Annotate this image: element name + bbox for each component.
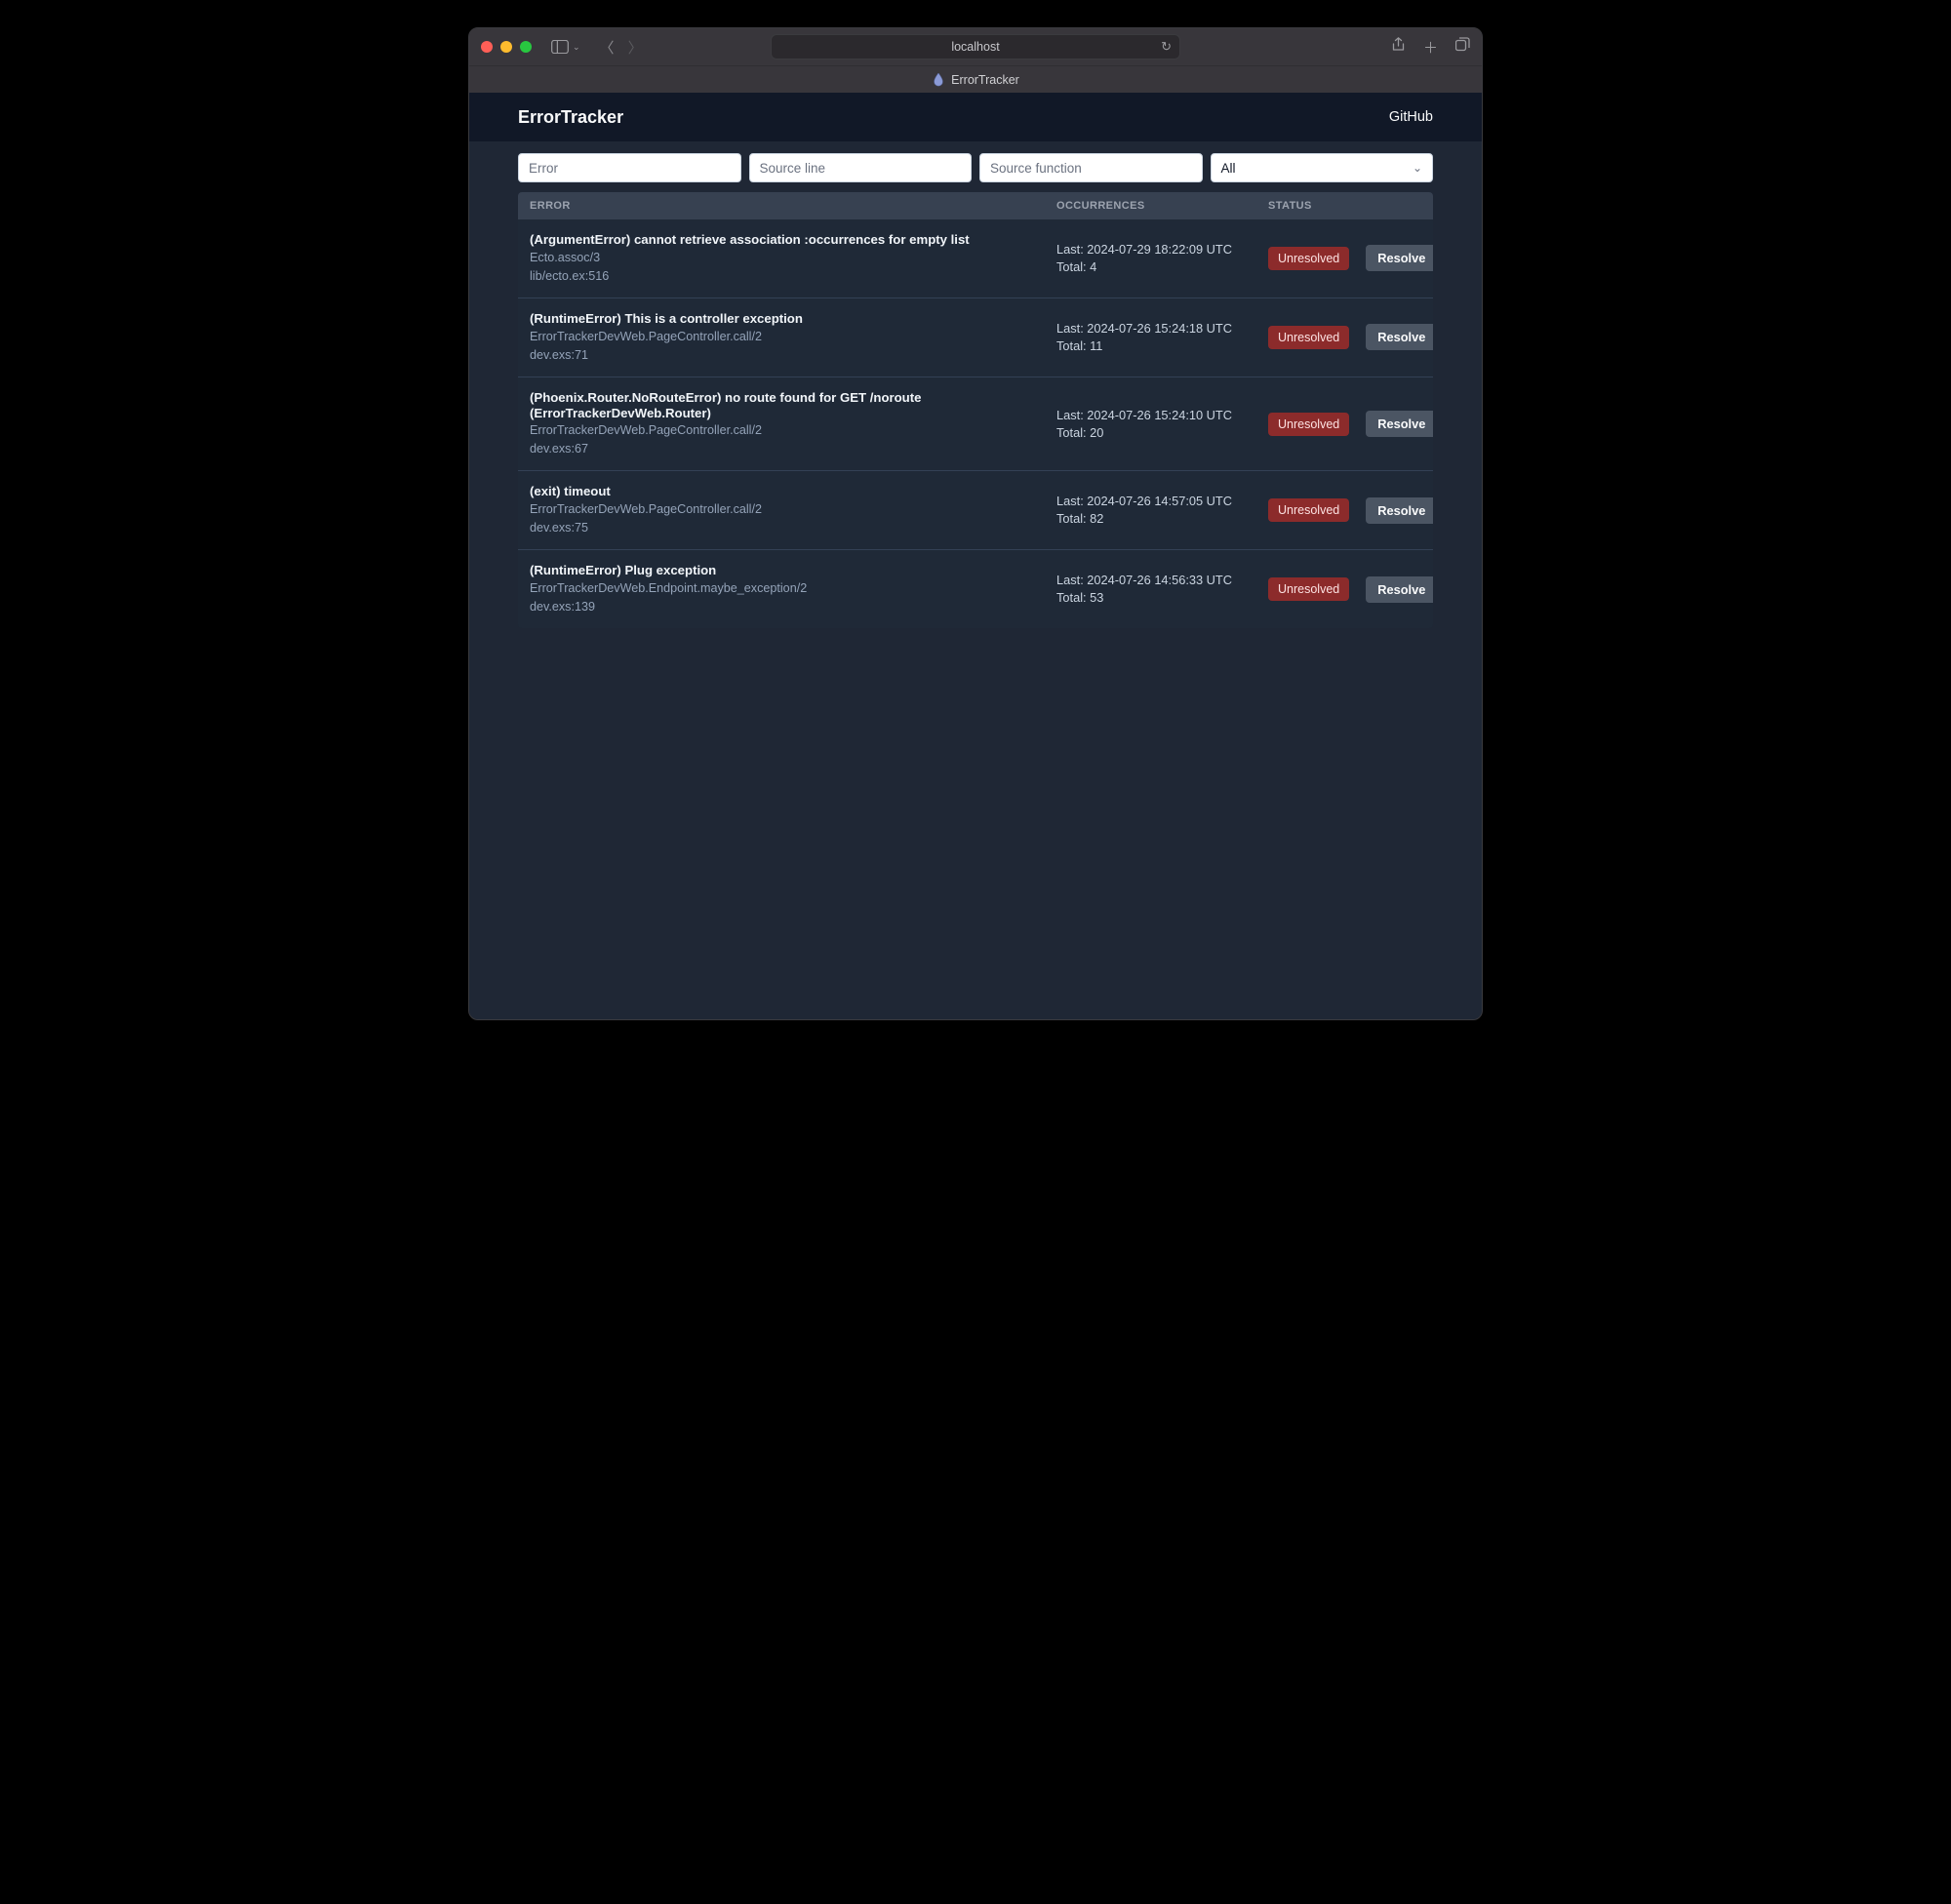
- error-location: dev.exs:67: [530, 441, 1056, 457]
- source-line-filter-input[interactable]: [749, 153, 973, 182]
- address-bar[interactable]: localhost ↻: [771, 34, 1180, 60]
- error-title: (exit) timeout: [530, 484, 1056, 499]
- status-cell: Unresolved Resolve: [1268, 411, 1433, 437]
- resolve-button[interactable]: Resolve: [1366, 576, 1433, 603]
- sidebar-toggle[interactable]: ⌄: [551, 40, 580, 54]
- status-badge: Unresolved: [1268, 413, 1349, 436]
- error-function: ErrorTrackerDevWeb.PageController.call/2: [530, 501, 1056, 518]
- error-title: (Phoenix.Router.NoRouteError) no route f…: [530, 390, 1056, 421]
- share-icon[interactable]: [1391, 37, 1406, 58]
- resolve-button[interactable]: Resolve: [1366, 324, 1433, 350]
- status-cell: Unresolved Resolve: [1268, 497, 1433, 524]
- error-function: Ecto.assoc/3: [530, 250, 1056, 266]
- address-text: localhost: [951, 40, 999, 54]
- error-location: dev.exs:75: [530, 520, 1056, 536]
- occurrences-cell: Last: 2024-07-26 15:24:10 UTCTotal: 20: [1056, 407, 1268, 442]
- occurrences-cell: Last: 2024-07-26 14:56:33 UTCTotal: 53: [1056, 572, 1268, 607]
- error-cell: (ArgumentError) cannot retrieve associat…: [530, 232, 1056, 285]
- last-occurrence: Last: 2024-07-26 14:57:05 UTC: [1056, 493, 1268, 510]
- last-occurrence: Last: 2024-07-26 15:24:10 UTC: [1056, 407, 1268, 424]
- error-location: dev.exs:71: [530, 347, 1056, 364]
- app-content: ErrorTracker GitHub All ⌄ ERROR OCCURREN…: [469, 93, 1482, 1019]
- error-filter-input[interactable]: [518, 153, 741, 182]
- resolve-button[interactable]: Resolve: [1366, 411, 1433, 437]
- last-occurrence: Last: 2024-07-29 18:22:09 UTC: [1056, 241, 1268, 258]
- back-button[interactable]: 〈: [600, 37, 615, 58]
- tabs-overview-icon[interactable]: [1455, 37, 1470, 58]
- error-function: ErrorTrackerDevWeb.PageController.call/2: [530, 329, 1056, 345]
- fullscreen-window-icon[interactable]: [520, 41, 532, 53]
- total-occurrences: Total: 53: [1056, 589, 1268, 607]
- error-title: (RuntimeError) This is a controller exce…: [530, 311, 1056, 327]
- window-controls: [481, 41, 532, 53]
- reload-icon[interactable]: ↻: [1161, 39, 1172, 55]
- browser-toolbar-right: ＋: [1391, 37, 1470, 58]
- status-badge: Unresolved: [1268, 326, 1349, 349]
- table-row[interactable]: (ArgumentError) cannot retrieve associat…: [518, 219, 1433, 298]
- table-row[interactable]: (exit) timeout ErrorTrackerDevWeb.PageCon…: [518, 470, 1433, 549]
- status-cell: Unresolved Resolve: [1268, 245, 1433, 271]
- total-occurrences: Total: 4: [1056, 258, 1268, 276]
- nav-arrows: 〈 〉: [600, 37, 643, 58]
- total-occurrences: Total: 11: [1056, 337, 1268, 355]
- last-occurrence: Last: 2024-07-26 14:56:33 UTC: [1056, 572, 1268, 589]
- total-occurrences: Total: 82: [1056, 510, 1268, 528]
- table-row[interactable]: (RuntimeError) Plug exception ErrorTracke…: [518, 549, 1433, 628]
- error-location: lib/ecto.ex:516: [530, 268, 1056, 285]
- error-cell: (exit) timeout ErrorTrackerDevWeb.PageCon…: [530, 484, 1056, 536]
- occurrences-cell: Last: 2024-07-29 18:22:09 UTCTotal: 4: [1056, 241, 1268, 276]
- table-header-row: ERROR OCCURRENCES STATUS: [518, 192, 1433, 219]
- minimize-window-icon[interactable]: [500, 41, 512, 53]
- error-function: ErrorTrackerDevWeb.Endpoint.maybe_except…: [530, 580, 1056, 597]
- occurrences-cell: Last: 2024-07-26 14:57:05 UTCTotal: 82: [1056, 493, 1268, 528]
- total-occurrences: Total: 20: [1056, 424, 1268, 442]
- forward-button[interactable]: 〉: [628, 37, 643, 58]
- new-tab-icon[interactable]: ＋: [1423, 37, 1438, 58]
- github-link[interactable]: GitHub: [1389, 109, 1433, 125]
- error-title: (ArgumentError) cannot retrieve associat…: [530, 232, 1056, 248]
- browser-tab[interactable]: ErrorTracker: [469, 65, 1482, 93]
- browser-toolbar: ⌄ 〈 〉 localhost ↻ ＋: [469, 28, 1482, 65]
- app-header: ErrorTracker GitHub: [469, 93, 1482, 141]
- close-window-icon[interactable]: [481, 41, 493, 53]
- filter-bar: All ⌄: [469, 141, 1482, 192]
- col-header-status: STATUS: [1268, 200, 1444, 212]
- status-filter-value: All: [1221, 161, 1236, 176]
- status-badge: Unresolved: [1268, 498, 1349, 522]
- chevron-down-icon: ⌄: [1413, 161, 1422, 175]
- errors-table: ERROR OCCURRENCES STATUS (ArgumentError)…: [469, 192, 1482, 648]
- browser-window: ⌄ 〈 〉 localhost ↻ ＋ ErrorTracker ErrorTr…: [468, 27, 1483, 1020]
- last-occurrence: Last: 2024-07-26 15:24:18 UTC: [1056, 320, 1268, 337]
- error-title: (RuntimeError) Plug exception: [530, 563, 1056, 578]
- error-cell: (Phoenix.Router.NoRouteError) no route f…: [530, 390, 1056, 458]
- status-badge: Unresolved: [1268, 247, 1349, 270]
- occurrences-cell: Last: 2024-07-26 15:24:18 UTCTotal: 11: [1056, 320, 1268, 355]
- chevron-down-icon: ⌄: [573, 42, 580, 53]
- resolve-button[interactable]: Resolve: [1366, 245, 1433, 271]
- error-location: dev.exs:139: [530, 599, 1056, 615]
- status-cell: Unresolved Resolve: [1268, 324, 1433, 350]
- status-badge: Unresolved: [1268, 577, 1349, 601]
- table-row[interactable]: (Phoenix.Router.NoRouteError) no route f…: [518, 377, 1433, 471]
- col-header-error: ERROR: [530, 200, 1056, 212]
- resolve-button[interactable]: Resolve: [1366, 497, 1433, 524]
- error-cell: (RuntimeError) This is a controller exce…: [530, 311, 1056, 364]
- status-filter-select[interactable]: All ⌄: [1211, 153, 1434, 182]
- page-title: ErrorTracker: [518, 107, 623, 128]
- tab-favicon-icon: [932, 73, 945, 87]
- status-cell: Unresolved Resolve: [1268, 576, 1433, 603]
- tab-title: ErrorTracker: [951, 73, 1019, 87]
- error-cell: (RuntimeError) Plug exception ErrorTracke…: [530, 563, 1056, 615]
- error-function: ErrorTrackerDevWeb.PageController.call/2: [530, 422, 1056, 439]
- table-row[interactable]: (RuntimeError) This is a controller exce…: [518, 298, 1433, 377]
- source-function-filter-input[interactable]: [979, 153, 1203, 182]
- col-header-occurrences: OCCURRENCES: [1056, 200, 1268, 212]
